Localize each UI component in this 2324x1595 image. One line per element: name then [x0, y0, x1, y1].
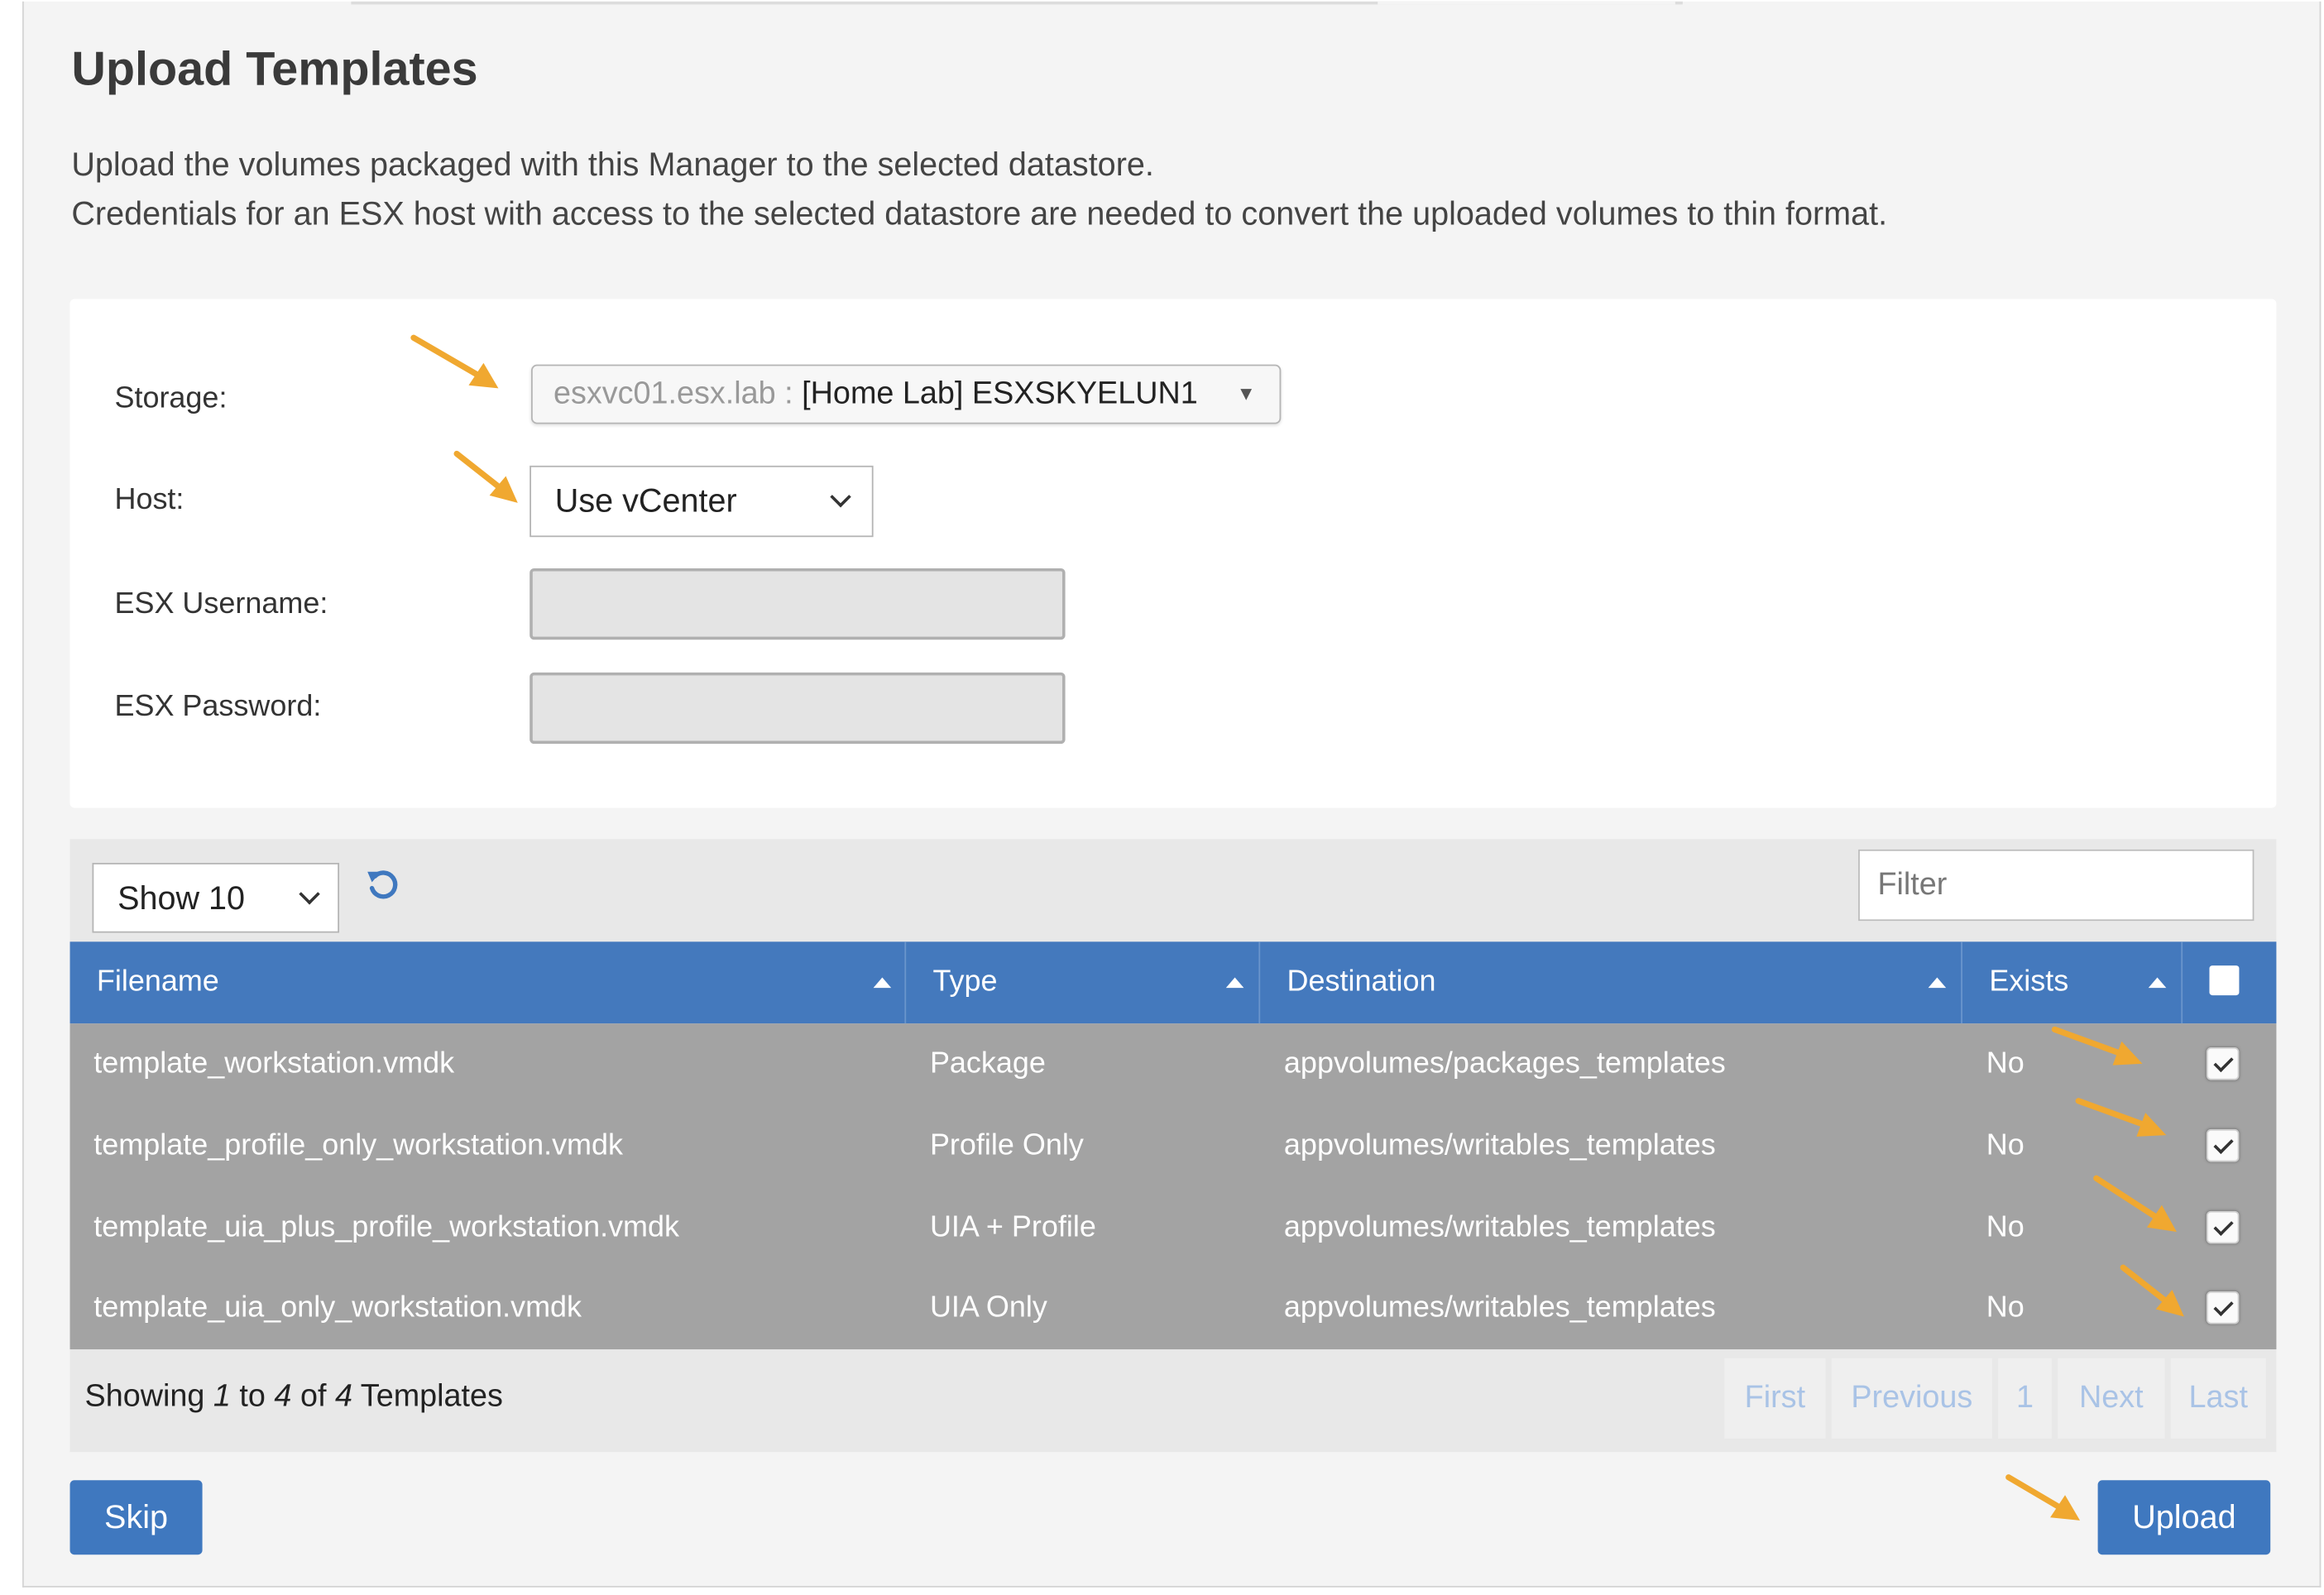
column-type[interactable]: Type: [906, 941, 1261, 1024]
host-select[interactable]: Use vCenter: [529, 465, 874, 538]
host-value: Use vCenter: [554, 481, 737, 520]
page-title: Upload Templates: [71, 41, 478, 96]
sort-asc-icon: [873, 977, 892, 989]
table-summary: Showing 1 to 4 of 4 Templates: [84, 1379, 503, 1414]
sort-asc-icon: [1928, 977, 1947, 989]
storage-value: [Home Lab] ESXSKYELUN1: [802, 376, 1198, 411]
table-body: template_workstation.vmdk Package appvol…: [69, 1023, 2277, 1350]
chevron-down-icon: [299, 884, 320, 905]
chevron-down-icon: [830, 486, 851, 508]
cell-filename: template_workstation.vmdk: [93, 1047, 455, 1080]
refresh-icon[interactable]: [365, 866, 404, 905]
pager-first-button[interactable]: First: [1724, 1358, 1826, 1439]
skip-button[interactable]: Skip: [69, 1480, 203, 1555]
cell-destination: appvolumes/writables_templates: [1283, 1210, 1716, 1244]
cell-filename: template_uia_plus_profile_workstation.vm…: [93, 1210, 680, 1244]
cell-type: Package: [929, 1047, 1046, 1080]
arrow-annotation-icon: [410, 334, 499, 389]
column-exists[interactable]: Exists: [1962, 941, 2183, 1024]
show-entries-value: Show 10: [117, 879, 246, 917]
stage: Upload Templates Upload the volumes pack…: [0, 0, 2324, 1590]
pager-next-button[interactable]: Next: [2058, 1358, 2165, 1439]
pager-previous-button[interactable]: Previous: [1831, 1358, 1992, 1439]
description-line-1: Upload the volumes packaged with this Ma…: [71, 146, 1154, 184]
arrow-annotation-icon: [2005, 1474, 2081, 1521]
column-destination[interactable]: Destination: [1260, 941, 1962, 1024]
templates-table: Show 10 Filename Type Destination: [69, 839, 2277, 1453]
show-entries-select[interactable]: Show 10: [92, 863, 340, 933]
filter-input[interactable]: [1858, 849, 2255, 922]
cell-destination: appvolumes/packages_templates: [1283, 1047, 1726, 1080]
select-all-checkbox[interactable]: [2209, 965, 2240, 996]
pager-page-1-button[interactable]: 1: [1998, 1358, 2052, 1439]
row-checkbox[interactable]: [2206, 1210, 2240, 1244]
esx-password-input[interactable]: [529, 672, 1066, 745]
cell-exists: No: [1986, 1210, 2025, 1244]
arrow-annotation-icon: [2093, 1175, 2177, 1232]
cell-destination: appvolumes/writables_templates: [1283, 1128, 1716, 1162]
top-tab-strip: [351, 1, 1683, 5]
cell-destination: appvolumes/writables_templates: [1283, 1291, 1716, 1324]
storage-server: esxvc01.esx.lab :: [553, 376, 793, 411]
sort-asc-icon: [1225, 977, 1244, 989]
username-label: ESX Username:: [114, 587, 328, 620]
cell-filename: template_uia_only_workstation.vmdk: [93, 1291, 582, 1324]
password-label: ESX Password:: [114, 690, 322, 723]
sort-asc-icon: [2148, 977, 2167, 989]
arrow-annotation-icon: [453, 450, 518, 503]
cell-exists: No: [1986, 1047, 2025, 1080]
arrow-annotation-icon: [2051, 1026, 2143, 1066]
row-checkbox[interactable]: [2206, 1291, 2240, 1324]
cell-exists: No: [1986, 1128, 2025, 1162]
storage-select[interactable]: esxvc01.esx.lab : [Home Lab] ESXSKYELUN1…: [530, 364, 1282, 424]
cell-filename: template_profile_only_workstation.vmdk: [93, 1128, 624, 1162]
table-row[interactable]: template_profile_only_workstation.vmdk P…: [70, 1105, 2277, 1187]
cell-type: Profile Only: [929, 1128, 1084, 1162]
cell-type: UIA Only: [929, 1291, 1047, 1324]
arrow-annotation-icon: [2075, 1098, 2167, 1137]
datastore-form: Storage: esxvc01.esx.lab : [Home Lab] ES…: [69, 299, 2277, 808]
host-label: Host:: [114, 483, 184, 517]
caret-down-icon: ▼: [1236, 382, 1256, 405]
row-checkbox[interactable]: [2206, 1047, 2240, 1080]
row-checkbox[interactable]: [2206, 1128, 2240, 1162]
upload-button[interactable]: Upload: [2097, 1480, 2271, 1555]
arrow-annotation-icon: [2120, 1264, 2184, 1317]
cell-type: UIA + Profile: [929, 1210, 1096, 1244]
description-line-2: Credentials for an ESX host with access …: [71, 194, 1888, 232]
table-header: Filename Type Destination Exists: [69, 941, 2277, 1024]
table-row[interactable]: template_workstation.vmdk Package appvol…: [70, 1023, 2277, 1105]
esx-username-input[interactable]: [529, 568, 1066, 640]
upload-templates-panel: Upload Templates Upload the volumes pack…: [22, 1, 2322, 1588]
table-row[interactable]: template_uia_plus_profile_workstation.vm…: [70, 1187, 2277, 1269]
table-row[interactable]: template_uia_only_workstation.vmdk UIA O…: [70, 1267, 2277, 1349]
column-filename[interactable]: Filename: [70, 941, 907, 1024]
pager-last-button[interactable]: Last: [2170, 1358, 2266, 1439]
storage-label: Storage:: [114, 382, 228, 415]
cell-exists: No: [1986, 1291, 2025, 1324]
